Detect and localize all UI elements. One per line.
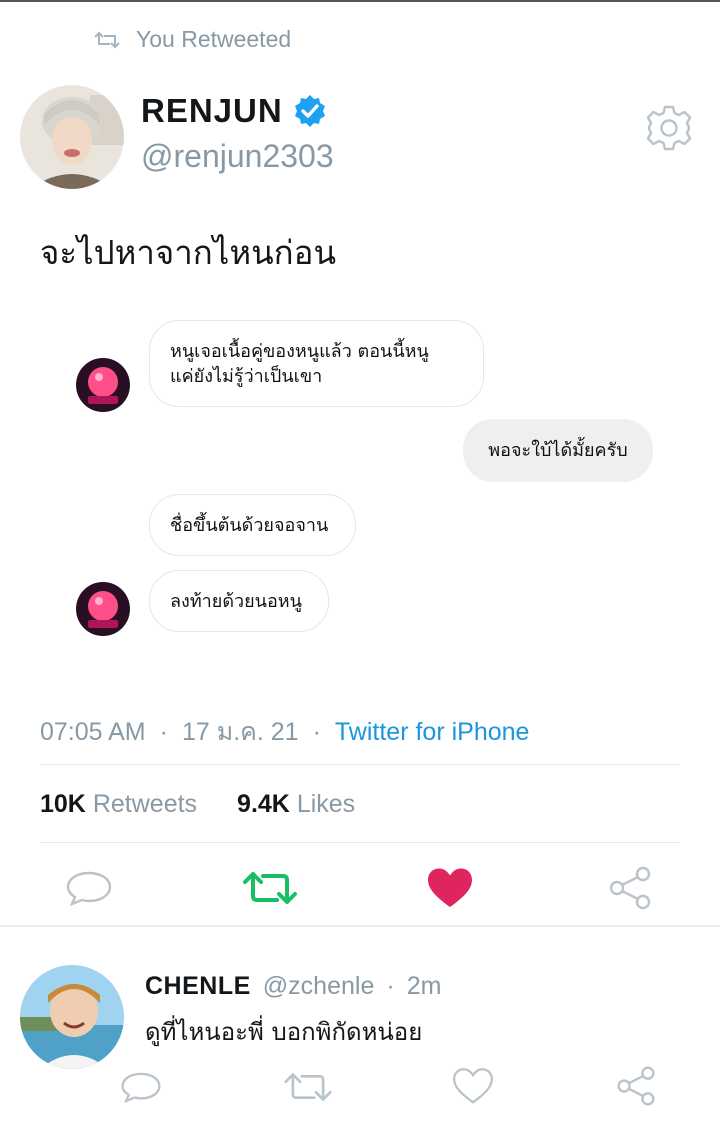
share-icon[interactable] xyxy=(614,1064,658,1108)
settings-gear-icon[interactable] xyxy=(645,104,693,152)
heart-outline-icon[interactable] xyxy=(450,1066,496,1106)
reply-author-name[interactable]: CHENLE xyxy=(145,972,251,1001)
top-border xyxy=(0,0,720,2)
reply-time: 2m xyxy=(406,972,442,1000)
author-handle[interactable]: @renjun2303 xyxy=(141,138,334,175)
likes-label: Likes xyxy=(296,790,356,818)
meta-separator: · xyxy=(159,717,168,746)
tweet-text: จะไปหาจากไหนก่อน xyxy=(40,233,337,272)
chat-bubble-received: ลงท้ายด้วยนอหนู xyxy=(149,570,329,632)
reply-avatar[interactable] xyxy=(20,965,124,1069)
reply-icon[interactable] xyxy=(118,1068,164,1106)
retweets-stat[interactable]: 10K Retweets xyxy=(40,790,197,819)
retweet-icon[interactable] xyxy=(280,1068,336,1106)
reply-text: ดูที่ไหนอะพี่ บอกพิกัดหน่อย xyxy=(145,1018,423,1046)
likes-stat[interactable]: 9.4K Likes xyxy=(237,790,355,819)
reply-header: CHENLE @zchenle · 2m xyxy=(145,972,441,1001)
chat-bubble-sent: พอจะใบ้ได้มั้ยครับ xyxy=(463,419,653,482)
divider xyxy=(40,842,680,843)
retweeted-label: You Retweeted xyxy=(136,26,292,52)
chat-text: พอจะใบ้ได้มั้ยครับ xyxy=(488,440,628,461)
chat-bubble-received: หนูเจอเนื้อคู่ของหนูแล้ว ตอนนี้หนู แค่ยั… xyxy=(149,320,484,407)
tweet-date: 17 ม.ค. 21 xyxy=(181,718,299,746)
share-icon[interactable] xyxy=(606,864,654,912)
chat-text-line: แค่ยังไม่รู้ว่าเป็นเขา xyxy=(170,365,323,387)
chat-bubble-received: ชื่อขึ้นต้นด้วยจอจาน xyxy=(149,494,356,556)
retweeted-header: You Retweeted xyxy=(92,26,291,53)
chat-text: ชื่อขึ้นต้นด้วยจอจาน xyxy=(170,514,329,536)
author-name-row: RENJUN xyxy=(141,92,327,130)
reply-icon[interactable] xyxy=(64,868,114,908)
meta-separator: · xyxy=(312,717,321,746)
retweet-small-icon xyxy=(94,31,120,48)
tweet-time: 07:05 AM xyxy=(40,717,146,746)
chat-avatar xyxy=(76,582,130,636)
reply-author-handle[interactable]: @zchenle xyxy=(263,972,375,1001)
tweet-stats: 10K Retweets 9.4K Likes xyxy=(40,790,355,819)
retweets-label: Retweets xyxy=(92,790,198,818)
likes-count: 9.4K xyxy=(237,790,290,818)
verified-badge-icon xyxy=(294,95,325,127)
chat-avatar xyxy=(76,358,130,412)
chat-text: ลงท้ายด้วยนอหนู xyxy=(170,590,302,612)
chat-text-line: หนูเจอเนื้อคู่ของหนูแล้ว ตอนนี้หนู xyxy=(170,340,429,362)
heart-icon[interactable] xyxy=(425,866,475,910)
section-separator xyxy=(0,925,720,927)
author-avatar[interactable] xyxy=(20,85,124,189)
divider xyxy=(40,764,680,765)
tweet-source-link[interactable]: Twitter for iPhone xyxy=(335,718,530,747)
tweet-meta: 07:05 AM · 17 ม.ค. 21 · Twitter for iPho… xyxy=(40,712,529,752)
retweet-icon[interactable] xyxy=(240,868,300,908)
author-name[interactable]: RENJUN xyxy=(141,92,283,130)
meta-separator: · xyxy=(386,972,395,1000)
retweets-count: 10K xyxy=(40,790,86,818)
